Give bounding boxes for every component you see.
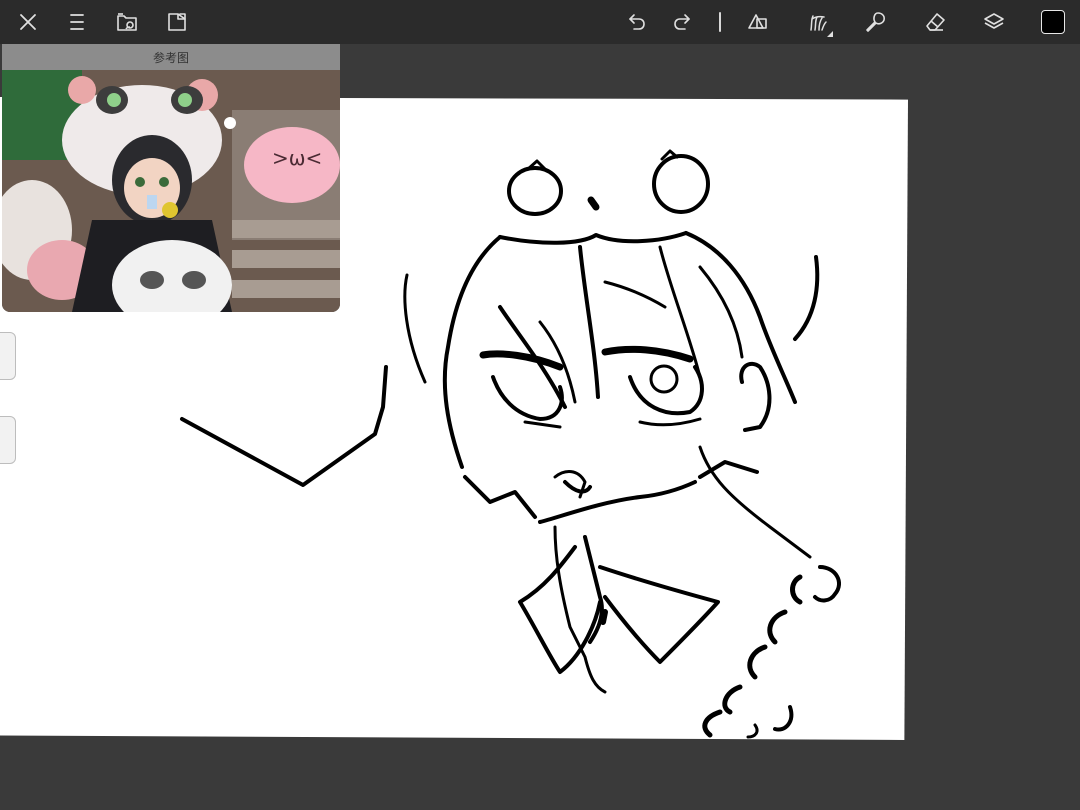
toolbar-divider — [719, 12, 721, 32]
redo-icon — [674, 14, 690, 30]
smudge-button[interactable] — [860, 6, 892, 38]
export-icon — [168, 13, 186, 31]
brush-settings-indicator — [827, 31, 833, 37]
selection-button[interactable] — [742, 6, 774, 38]
menu-icon — [70, 14, 84, 30]
selection-icon — [748, 14, 767, 29]
brush-size-slider-handle[interactable] — [0, 332, 16, 380]
gallery-icon — [117, 13, 137, 31]
opacity-slider-handle[interactable] — [0, 416, 16, 464]
undo-button[interactable] — [621, 6, 653, 38]
close-icon — [20, 14, 36, 30]
eraser-button[interactable] — [919, 6, 951, 38]
layers-icon — [984, 13, 1004, 29]
undo-icon — [629, 14, 645, 30]
smudge-icon — [866, 12, 885, 32]
gallery-button[interactable] — [111, 6, 143, 38]
color-picker-button[interactable] — [1041, 10, 1065, 34]
close-button[interactable] — [12, 6, 44, 38]
reference-panel-title[interactable]: 参考图 — [2, 44, 340, 70]
reference-image: >ω< — [2, 70, 340, 312]
menu-button[interactable] — [61, 6, 93, 38]
redo-button[interactable] — [666, 6, 698, 38]
top-toolbar — [0, 0, 1080, 44]
layers-button[interactable] — [978, 6, 1010, 38]
reference-panel[interactable]: 参考图 >ω< — [2, 44, 340, 312]
export-button[interactable] — [161, 6, 193, 38]
svg-text:>ω<: >ω< — [272, 146, 322, 170]
eraser-icon — [926, 13, 945, 31]
